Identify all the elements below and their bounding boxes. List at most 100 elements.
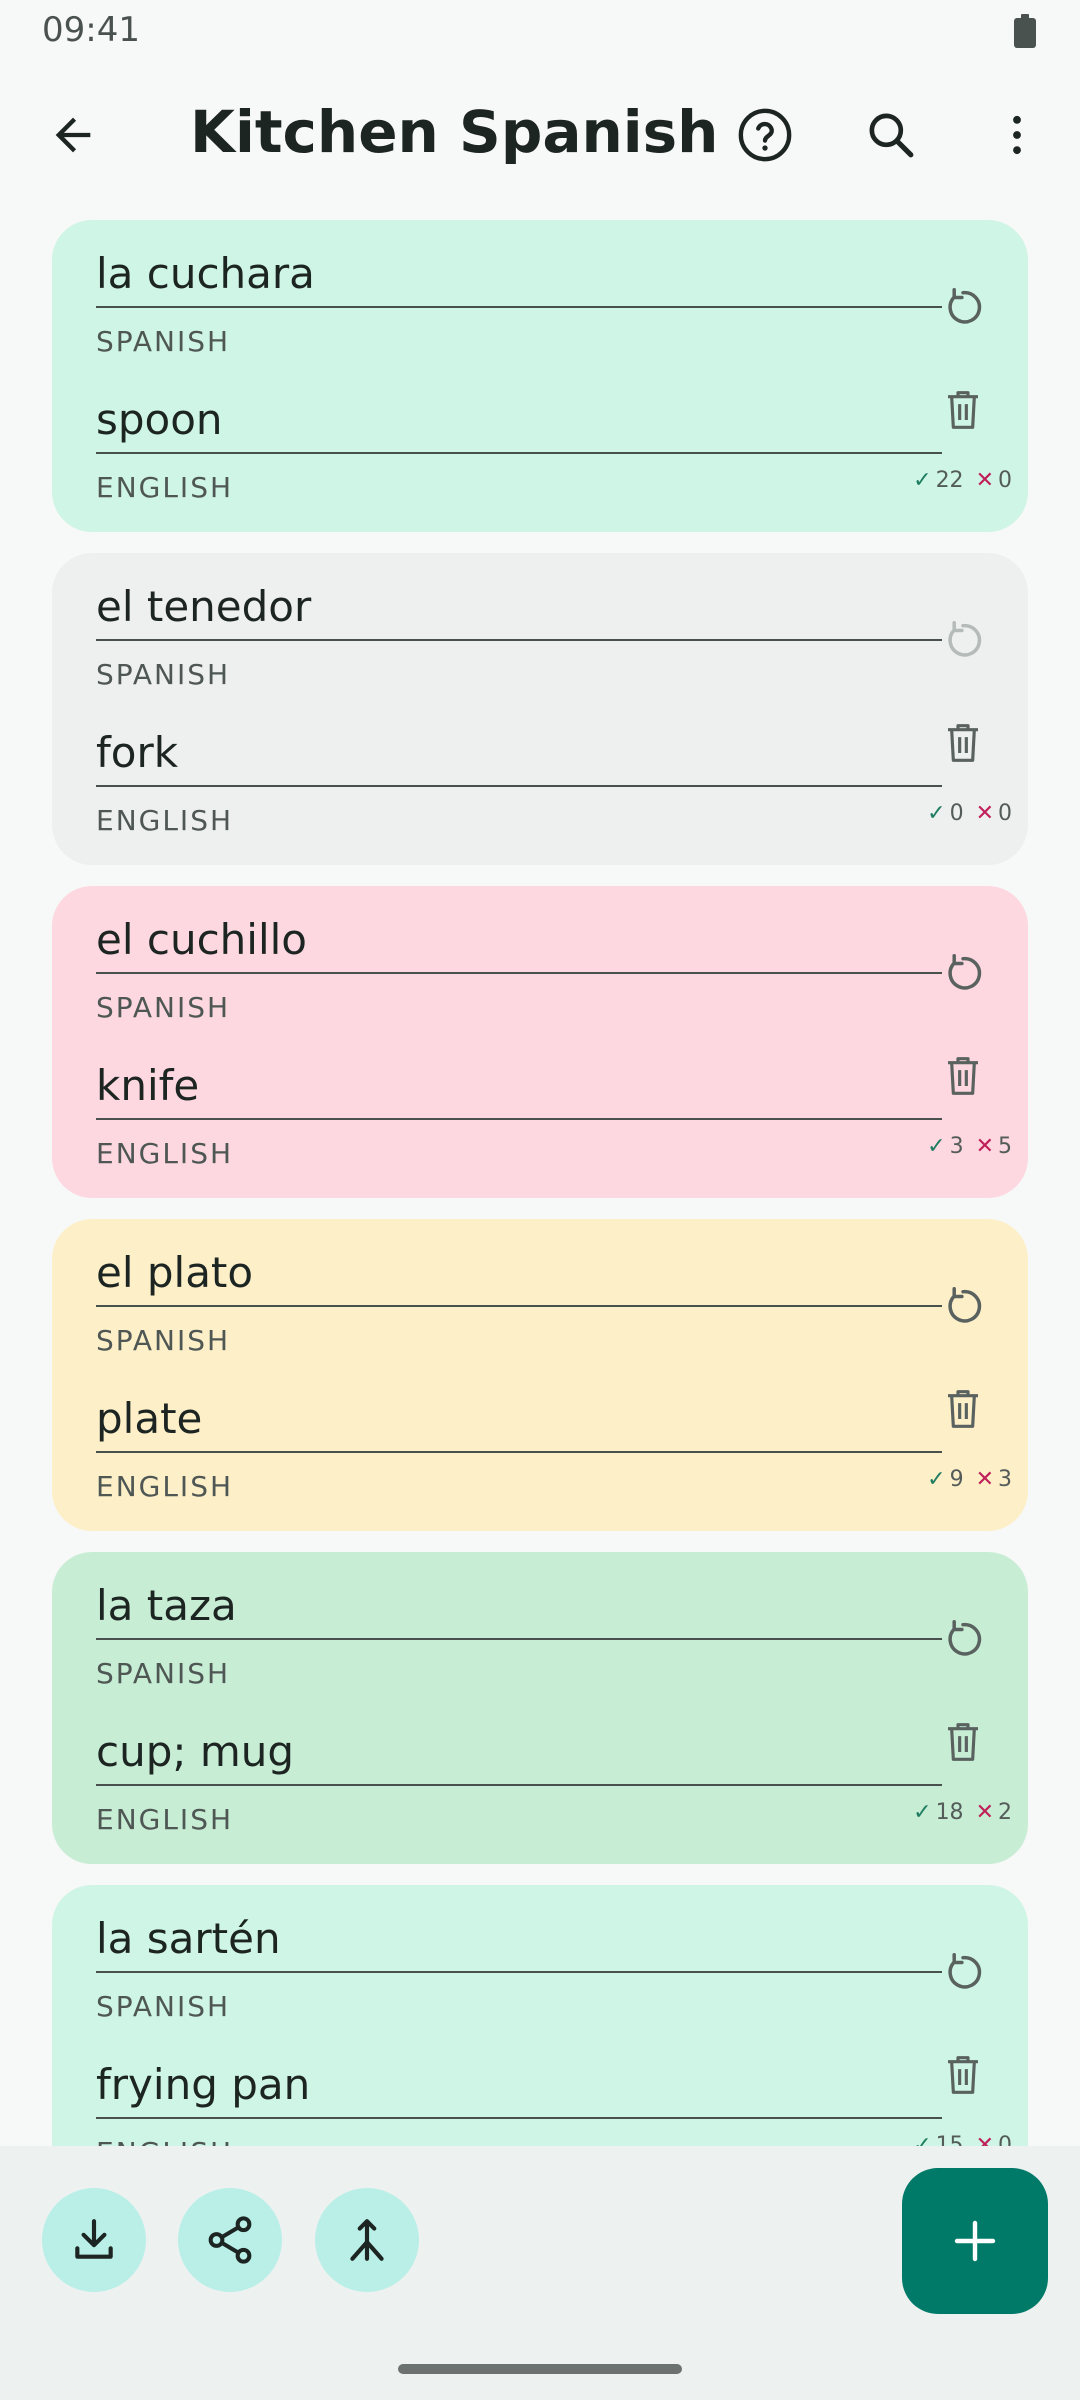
check-icon: ✓	[927, 801, 946, 826]
reset-icon	[948, 1287, 982, 1323]
english-field[interactable]: fork ENGLISH	[96, 723, 942, 841]
english-field[interactable]: cup; mug ENGLISH	[96, 1722, 942, 1840]
download-button[interactable]	[42, 2188, 146, 2292]
score-stats: ✓ 9 ✕ 3	[927, 1467, 1012, 1492]
english-input[interactable]: frying pan	[96, 2055, 942, 2115]
delete-button[interactable]	[928, 2040, 998, 2110]
reset-button[interactable]	[928, 605, 998, 675]
trash-icon	[948, 1057, 978, 1095]
english-underline	[96, 1451, 942, 1453]
english-input[interactable]: cup; mug	[96, 1722, 942, 1782]
vocab-card: el cuchillo SPANISH knife ENGLISH ✓ 3 ✕ …	[52, 886, 1028, 1198]
more-vert-icon	[1013, 115, 1021, 155]
app-bar: Kitchen Spanish	[0, 80, 1080, 190]
home-indicator[interactable]	[398, 2364, 682, 2374]
spanish-input[interactable]: el cuchillo	[96, 910, 942, 970]
trash-icon	[948, 391, 978, 429]
reset-icon	[948, 288, 982, 324]
english-field[interactable]: frying pan ENGLISH	[96, 2055, 942, 2150]
vocab-card: el tenedor SPANISH fork ENGLISH ✓ 0 ✕ 0	[52, 553, 1028, 865]
trash-icon	[948, 2056, 978, 2094]
spanish-input[interactable]: la cuchara	[96, 244, 942, 304]
spanish-field[interactable]: la cuchara SPANISH	[96, 244, 942, 362]
check-icon: ✓	[913, 1800, 932, 1825]
spanish-field[interactable]: el tenedor SPANISH	[96, 577, 942, 695]
wrong-count: 5	[998, 1134, 1012, 1159]
share-icon	[208, 2216, 252, 2264]
help-circle-icon	[738, 108, 792, 162]
reset-button[interactable]	[928, 1271, 998, 1341]
reset-button[interactable]	[928, 272, 998, 342]
check-icon: ✓	[913, 468, 932, 493]
back-button[interactable]	[28, 90, 118, 180]
reset-button[interactable]	[928, 1604, 998, 1674]
correct-count: 9	[949, 1467, 964, 1492]
status-bar: 09:41	[0, 0, 1080, 62]
cross-icon: ✕	[975, 801, 994, 826]
card-list[interactable]: la cuchara SPANISH spoon ENGLISH ✓ 22 ✕ …	[52, 220, 1028, 2150]
arrow-back-icon	[55, 117, 91, 153]
english-underline	[96, 2117, 942, 2119]
page-title: Kitchen Spanish	[190, 98, 719, 166]
trash-icon	[948, 724, 978, 762]
vocab-card: la taza SPANISH cup; mug ENGLISH ✓ 18 ✕ …	[52, 1552, 1028, 1864]
correct-count: 0	[949, 801, 964, 826]
english-input[interactable]: fork	[96, 723, 942, 783]
spanish-field[interactable]: la taza SPANISH	[96, 1576, 942, 1694]
score-stats: ✓ 0 ✕ 0	[927, 801, 1012, 826]
plus-icon	[954, 2220, 996, 2262]
bottom-action-bar	[0, 2146, 1080, 2400]
correct-count: 3	[949, 1134, 964, 1159]
wrong-count: 3	[998, 1467, 1012, 1492]
reset-button[interactable]	[928, 938, 998, 1008]
battery-icon	[1014, 14, 1036, 48]
english-underline	[96, 1784, 942, 1786]
delete-button[interactable]	[928, 1707, 998, 1777]
english-underline	[96, 1118, 942, 1120]
correct-count: 22	[935, 468, 964, 493]
spanish-field[interactable]: la sartén SPANISH	[96, 1909, 942, 2027]
english-field[interactable]: plate ENGLISH	[96, 1389, 942, 1507]
spanish-input[interactable]: la taza	[96, 1576, 942, 1636]
delete-button[interactable]	[928, 1374, 998, 1444]
spanish-input[interactable]: el plato	[96, 1243, 942, 1303]
english-label: ENGLISH	[96, 1137, 234, 1170]
spanish-label: SPANISH	[96, 1657, 231, 1690]
delete-button[interactable]	[928, 1041, 998, 1111]
reset-icon	[948, 1953, 982, 1989]
english-input[interactable]: plate	[96, 1389, 942, 1449]
share-button[interactable]	[178, 2188, 282, 2292]
english-input[interactable]: knife	[96, 1056, 942, 1116]
spanish-input[interactable]: el tenedor	[96, 577, 942, 637]
search-button[interactable]	[846, 90, 936, 180]
merge-button[interactable]	[315, 2188, 419, 2292]
english-field[interactable]: spoon ENGLISH	[96, 390, 942, 508]
reset-icon	[948, 1620, 982, 1656]
reset-icon	[948, 621, 982, 657]
spanish-underline	[96, 639, 942, 641]
spanish-underline	[96, 306, 942, 308]
spanish-label: SPANISH	[96, 1324, 231, 1357]
download-icon	[75, 2219, 113, 2259]
spanish-underline	[96, 972, 942, 974]
english-input[interactable]: spoon	[96, 390, 942, 450]
cross-icon: ✕	[975, 1467, 994, 1492]
english-label: ENGLISH	[96, 1803, 234, 1836]
more-options-button[interactable]	[972, 90, 1062, 180]
reset-button[interactable]	[928, 1937, 998, 2007]
spanish-input[interactable]: la sartén	[96, 1909, 942, 1969]
spanish-field[interactable]: el plato SPANISH	[96, 1243, 942, 1361]
spanish-label: SPANISH	[96, 991, 231, 1024]
english-field[interactable]: knife ENGLISH	[96, 1056, 942, 1174]
vocab-card: la sartén SPANISH frying pan ENGLISH ✓ 1…	[52, 1885, 1028, 2150]
add-card-button[interactable]	[902, 2168, 1048, 2314]
score-stats: ✓ 3 ✕ 5	[927, 1134, 1012, 1159]
english-underline	[96, 785, 942, 787]
vocab-card: la cuchara SPANISH spoon ENGLISH ✓ 22 ✕ …	[52, 220, 1028, 532]
english-label: ENGLISH	[96, 804, 234, 837]
score-stats: ✓ 22 ✕ 0	[913, 468, 1012, 493]
delete-button[interactable]	[928, 708, 998, 778]
delete-button[interactable]	[928, 375, 998, 445]
help-button[interactable]	[720, 90, 810, 180]
spanish-field[interactable]: el cuchillo SPANISH	[96, 910, 942, 1028]
